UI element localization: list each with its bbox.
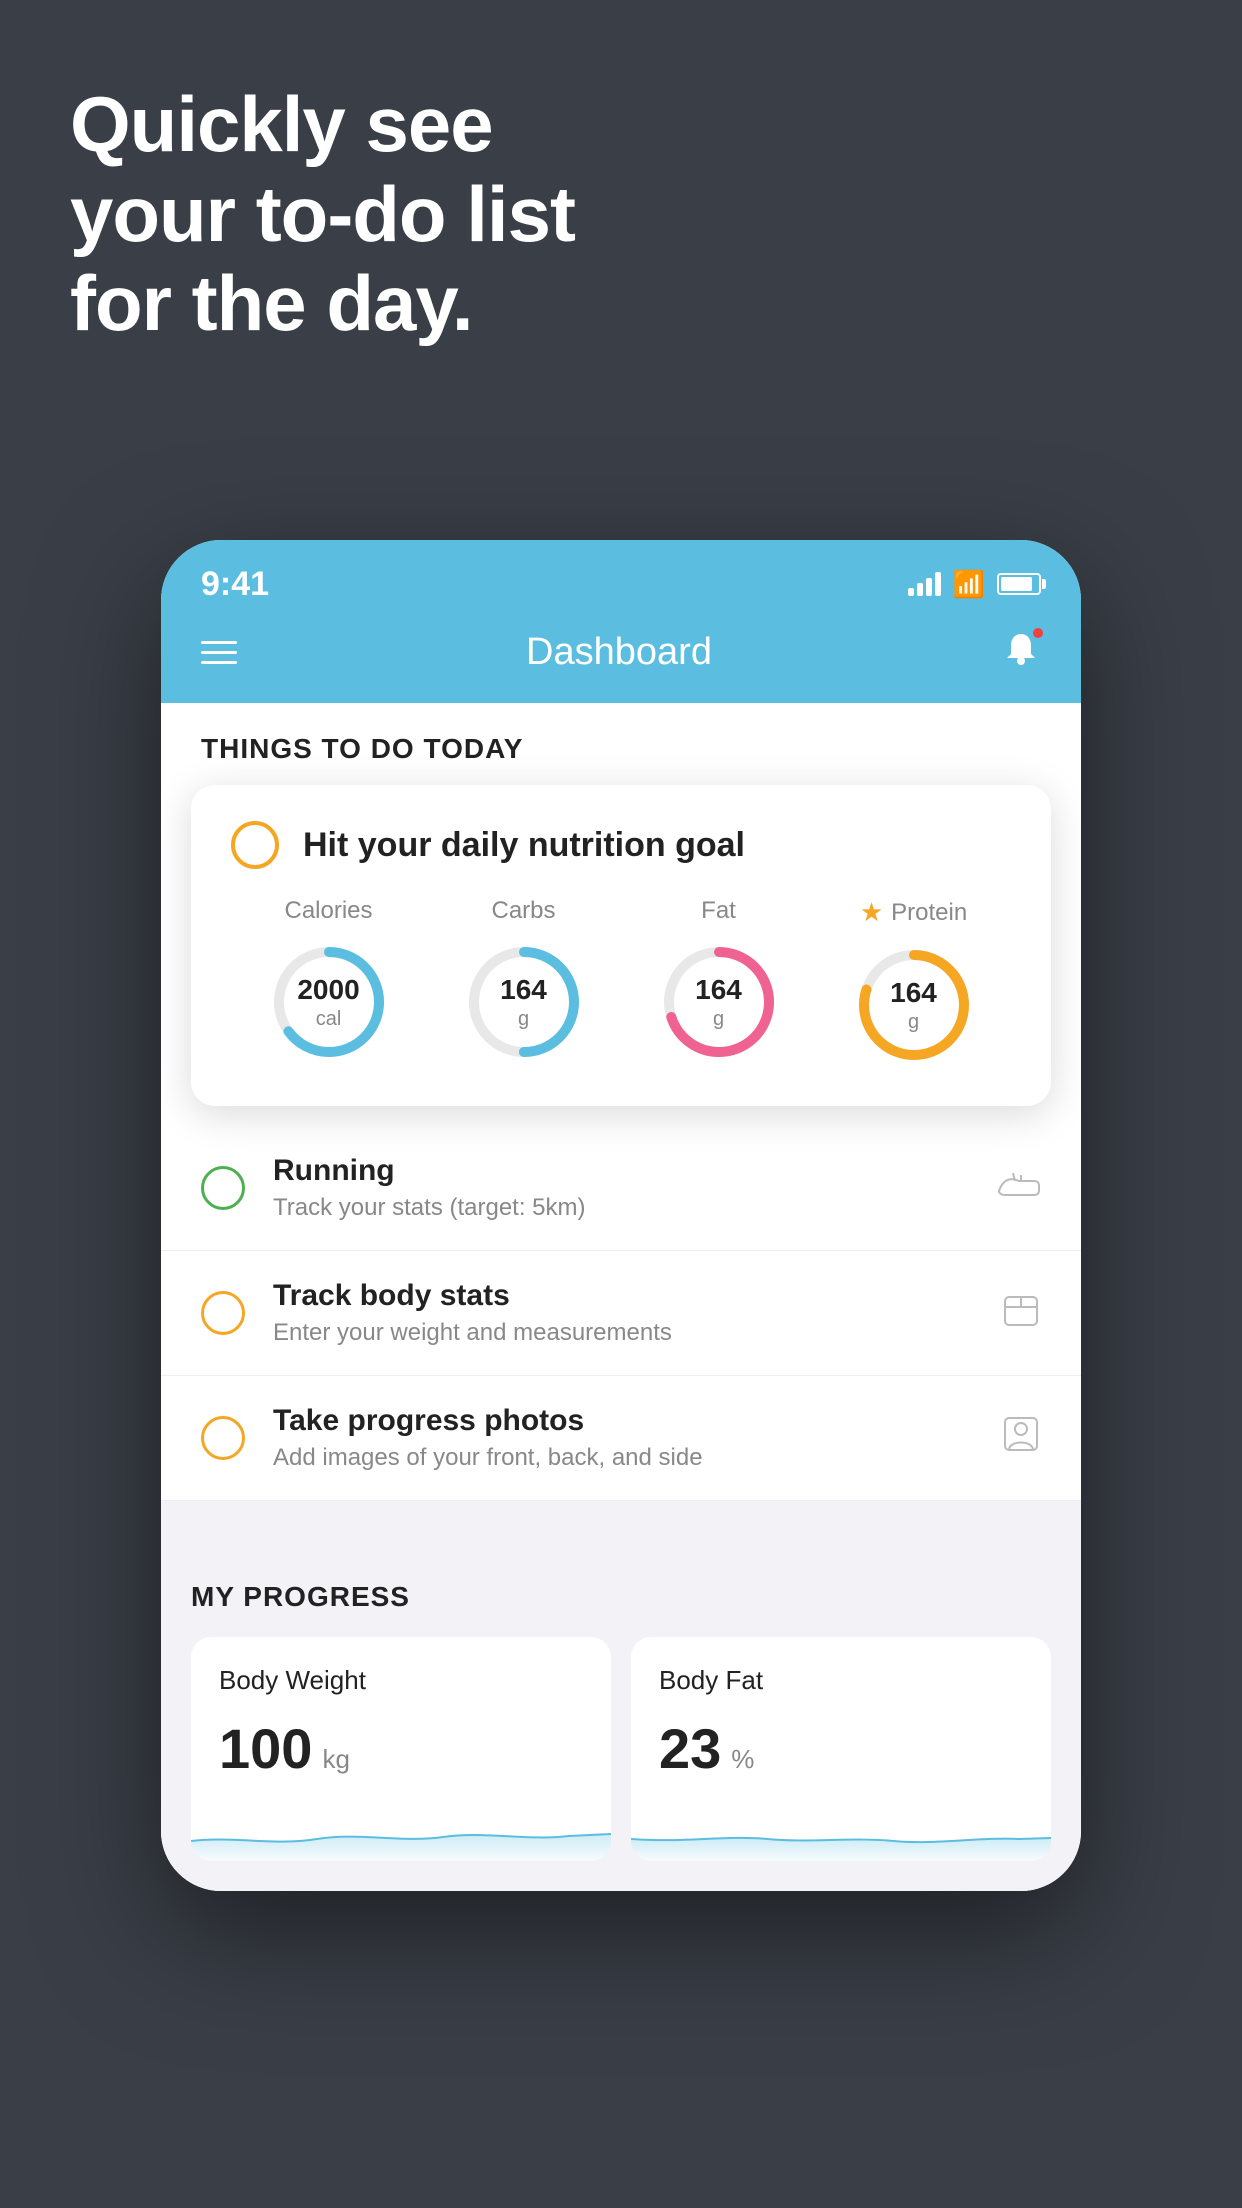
body-fat-card[interactable]: Body Fat 23 % — [631, 1637, 1051, 1861]
body-fat-unit: % — [731, 1744, 754, 1775]
header-title: Dashboard — [526, 631, 712, 674]
fat-donut: 164 g — [654, 937, 784, 1067]
task-list: Running Track your stats (target: 5km) T… — [161, 1126, 1081, 1501]
wifi-icon: 📶 — [953, 569, 985, 600]
hero-text: Quickly see your to-do list for the day. — [70, 80, 575, 349]
body-fat-value-row: 23 % — [659, 1716, 1023, 1781]
person-icon — [1001, 1414, 1041, 1463]
body-fat-title: Body Fat — [659, 1665, 1023, 1696]
body-fat-value: 23 — [659, 1716, 721, 1781]
fat-label: Fat — [701, 897, 736, 925]
task-bodystats-checkbox[interactable] — [201, 1291, 245, 1335]
body-weight-unit: kg — [322, 1744, 349, 1775]
task-photos-desc: Add images of your front, back, and side — [273, 1444, 973, 1472]
task-checkbox[interactable] — [231, 821, 279, 869]
progress-cards: Body Weight 100 kg — [191, 1637, 1051, 1861]
protein-label: ★ Protein — [860, 897, 967, 928]
nutrition-card-header: Hit your daily nutrition goal — [231, 821, 1011, 869]
task-photos-checkbox[interactable] — [201, 1416, 245, 1460]
battery-icon — [997, 573, 1041, 595]
status-time: 9:41 — [201, 565, 269, 604]
protein-metric: ★ Protein 164 g — [849, 897, 979, 1070]
task-bodystats-desc: Enter your weight and measurements — [273, 1319, 973, 1347]
task-running-text: Running Track your stats (target: 5km) — [273, 1154, 969, 1222]
task-running[interactable]: Running Track your stats (target: 5km) — [161, 1126, 1081, 1251]
task-running-name: Running — [273, 1154, 969, 1188]
body-fat-chart — [631, 1801, 1051, 1861]
body-weight-card[interactable]: Body Weight 100 kg — [191, 1637, 611, 1861]
task-photos-text: Take progress photos Add images of your … — [273, 1404, 973, 1472]
signal-icon — [908, 572, 941, 596]
body-weight-chart — [191, 1801, 611, 1861]
body-weight-value-row: 100 kg — [219, 1716, 583, 1781]
task-bodystats-name: Track body stats — [273, 1279, 973, 1313]
carbs-donut: 164 g — [459, 937, 589, 1067]
body-weight-title: Body Weight — [219, 1665, 583, 1696]
protein-donut: 164 g — [849, 940, 979, 1070]
progress-title: MY PROGRESS — [191, 1581, 1051, 1613]
calories-donut: 2000 cal — [264, 937, 394, 1067]
nutrition-card: Hit your daily nutrition goal Calories 2 — [191, 785, 1051, 1106]
task-photos-name: Take progress photos — [273, 1404, 973, 1438]
task-running-desc: Track your stats (target: 5km) — [273, 1194, 969, 1222]
notification-button[interactable] — [1001, 630, 1041, 675]
task-body-stats[interactable]: Track body stats Enter your weight and m… — [161, 1251, 1081, 1376]
task-progress-photos[interactable]: Take progress photos Add images of your … — [161, 1376, 1081, 1501]
shoe-icon — [997, 1169, 1041, 1208]
progress-section: MY PROGRESS Body Weight 100 kg — [161, 1541, 1081, 1891]
notification-dot — [1031, 626, 1045, 640]
menu-button[interactable] — [201, 641, 237, 664]
things-title: THINGS TO DO TODAY — [201, 733, 1041, 785]
nutrition-card-title: Hit your daily nutrition goal — [303, 826, 745, 865]
calories-label: Calories — [284, 897, 372, 925]
app-header: Dashboard — [161, 610, 1081, 703]
task-bodystats-text: Track body stats Enter your weight and m… — [273, 1279, 973, 1347]
status-bar: 9:41 📶 — [161, 540, 1081, 610]
nutrition-metrics: Calories 2000 cal — [231, 897, 1011, 1070]
body-weight-value: 100 — [219, 1716, 312, 1781]
fat-metric: Fat 164 g — [654, 897, 784, 1067]
calories-metric: Calories 2000 cal — [264, 897, 394, 1067]
scale-icon — [1001, 1289, 1041, 1338]
phone-mockup: 9:41 📶 Dashboard — [161, 540, 1081, 1891]
carbs-label: Carbs — [491, 897, 555, 925]
things-header: THINGS TO DO TODAY — [161, 703, 1081, 785]
task-running-checkbox[interactable] — [201, 1166, 245, 1210]
carbs-metric: Carbs 164 g — [459, 897, 589, 1067]
status-icons: 📶 — [908, 569, 1041, 600]
app-content: THINGS TO DO TODAY Hit your daily nutrit… — [161, 703, 1081, 1891]
star-icon: ★ — [860, 897, 883, 928]
